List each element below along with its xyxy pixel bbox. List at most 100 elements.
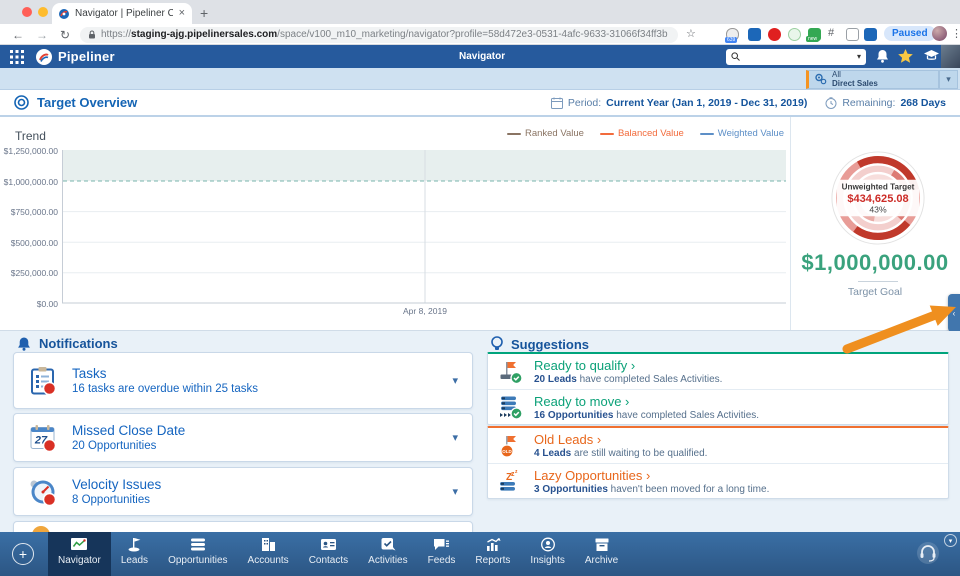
- window-minimize-button[interactable]: [38, 7, 48, 17]
- gears-icon: [814, 73, 827, 85]
- lazy-opportunities-icon: Z z z: [498, 468, 524, 494]
- window-close-button[interactable]: [22, 7, 32, 17]
- paused-sync-button[interactable]: Paused: [884, 26, 936, 41]
- nav-accounts[interactable]: Accounts: [238, 532, 299, 576]
- period-value[interactable]: Current Year (Jan 1, 2019 - Dec 31, 2019…: [606, 97, 807, 109]
- training-cap-icon[interactable]: [924, 50, 939, 62]
- legend-balanced[interactable]: Balanced Value: [600, 128, 684, 139]
- suggestion-text: Ready to qualify › 20 Leads have complet…: [534, 358, 722, 385]
- reload-icon[interactable]: ↻: [60, 28, 70, 42]
- extension-green-dot-icon[interactable]: [788, 28, 801, 41]
- search-input[interactable]: [744, 51, 853, 62]
- suggestion-lazy-opportunities[interactable]: Z z z Lazy Opportunities › 3 Opportuniti…: [488, 463, 948, 498]
- apps-grid-icon[interactable]: [10, 50, 24, 64]
- expand-chevron-icon[interactable]: ▾: [452, 431, 458, 444]
- y-tick: $250,000.00: [0, 268, 58, 278]
- browser-tab[interactable]: Navigator | Pipeliner CRM ×: [52, 3, 192, 24]
- svg-text:OLD: OLD: [502, 449, 512, 454]
- x-tick: Apr 8, 2019: [400, 306, 450, 316]
- suggestions-header: Suggestions: [491, 336, 589, 352]
- add-button[interactable]: +: [12, 543, 34, 565]
- suggestion-text: Old Leads › 4 Leads are still waiting to…: [534, 432, 707, 459]
- opportunities-icon: [190, 537, 206, 552]
- nav-feeds[interactable]: Feeds: [418, 532, 466, 576]
- nav-opportunities[interactable]: Opportunities: [158, 532, 237, 576]
- forward-icon[interactable]: →: [36, 28, 48, 42]
- ready-to-qualify-icon: [498, 359, 524, 385]
- remaining-clock-icon: [825, 97, 837, 109]
- expand-chevron-icon[interactable]: ▾: [452, 485, 458, 498]
- goal-divider: [858, 281, 898, 282]
- collapse-panel-handle[interactable]: ‹: [948, 294, 960, 332]
- suggestion-ready-to-move[interactable]: Ready to move › 16 Opportunities have co…: [488, 389, 948, 424]
- remaining-value: 268 Days: [900, 97, 946, 109]
- tab-favicon: [59, 9, 69, 19]
- section-title: Target Overview: [37, 95, 137, 110]
- extension-robot-icon[interactable]: new: [808, 28, 821, 41]
- suggestion-subtitle: 20 Leads have completed Sales Activities…: [534, 374, 722, 385]
- notification-card-missed-close[interactable]: 27 Missed Close Date 20 Opportunities ▾: [13, 413, 473, 462]
- nav-insights[interactable]: Insights: [520, 532, 574, 576]
- legend-ranked[interactable]: Ranked Value: [507, 128, 584, 139]
- global-search[interactable]: ▾: [726, 49, 866, 65]
- target-icon: [14, 95, 29, 110]
- tab-close-icon[interactable]: ×: [179, 8, 185, 19]
- reports-icon: [485, 537, 501, 552]
- expand-chevron-icon[interactable]: ▾: [452, 374, 458, 387]
- suggestion-title: Ready to qualify ›: [534, 358, 722, 373]
- suggestions-bulb-icon: [491, 336, 503, 352]
- notifications-bell-icon[interactable]: [876, 49, 889, 63]
- extension-grid-icon[interactable]: #: [828, 27, 834, 39]
- archive-icon: [594, 537, 610, 552]
- browser-profile-avatar[interactable]: [932, 26, 947, 41]
- filter-line2: Direct Sales: [832, 79, 878, 88]
- remaining-label: Remaining:: [842, 97, 895, 109]
- legend-weighted[interactable]: Weighted Value: [700, 128, 784, 139]
- card-text: Missed Close Date 20 Opportunities: [72, 423, 185, 452]
- nav-reports[interactable]: Reports: [465, 532, 520, 576]
- trend-chart-plot: [62, 148, 786, 306]
- notification-card-velocity[interactable]: Velocity Issues 8 Opportunities ▾: [13, 467, 473, 516]
- browser-menu-icon[interactable]: ⋮: [951, 27, 960, 40]
- navbar-collapse-icon[interactable]: ▾: [944, 534, 957, 547]
- nav-activities[interactable]: Activities: [358, 532, 417, 576]
- profile-filter-dropdown[interactable]: All Direct Sales: [806, 70, 939, 89]
- leads-icon: [126, 537, 142, 552]
- extension-blue-icon[interactable]: [864, 28, 877, 41]
- nav-leads[interactable]: Leads: [111, 532, 158, 576]
- new-tab-button[interactable]: +: [200, 5, 208, 21]
- nav-contacts[interactable]: Contacts: [299, 532, 358, 576]
- extension-red-circle-icon[interactable]: [768, 28, 781, 41]
- card-subtitle: 16 tasks are overdue within 25 tasks: [72, 383, 258, 395]
- extension-lock-icon[interactable]: 639: [726, 28, 739, 41]
- gauge-value: $434,625.08: [847, 193, 908, 205]
- card-title: Missed Close Date: [72, 423, 185, 438]
- url-bar[interactable]: https://staging-ajg.pipelinersales.com/s…: [80, 27, 678, 43]
- extension-pen-icon[interactable]: [748, 28, 761, 41]
- support-headset-icon[interactable]: [916, 541, 940, 565]
- suggestion-old-leads[interactable]: OLD Old Leads › 4 Leads are still waitin…: [488, 428, 948, 463]
- url-text: https://staging-ajg.pipelinersales.com/s…: [101, 29, 668, 40]
- extension-square-icon[interactable]: [846, 28, 859, 41]
- back-icon[interactable]: ←: [12, 28, 24, 42]
- panel-divider: [790, 117, 791, 330]
- insights-icon: [540, 537, 556, 552]
- bottom-nav-items: Navigator Leads Opportunities Accounts C…: [48, 532, 628, 576]
- nav-navigator[interactable]: Navigator: [48, 532, 111, 576]
- y-tick: $0.00: [0, 299, 58, 309]
- velocity-gauge-icon: [28, 477, 58, 507]
- favorites-star-icon[interactable]: [898, 49, 913, 63]
- notification-card-tasks[interactable]: Tasks 16 tasks are overdue within 25 tas…: [13, 352, 473, 409]
- nav-archive[interactable]: Archive: [575, 532, 628, 576]
- activities-icon: [380, 537, 396, 552]
- card-text: Velocity Issues 8 Opportunities: [72, 477, 161, 506]
- suggestion-ready-to-qualify[interactable]: Ready to qualify › 20 Leads have complet…: [488, 354, 948, 389]
- chart-title: Trend: [15, 129, 46, 143]
- filter-chevron-icon[interactable]: ▾: [939, 70, 958, 89]
- user-avatar[interactable]: [941, 45, 960, 68]
- ready-to-move-icon: [498, 394, 524, 420]
- bookmark-star-icon[interactable]: ☆: [686, 27, 696, 40]
- search-dropdown-icon[interactable]: ▾: [857, 52, 861, 61]
- browser-tab-strip: Navigator | Pipeliner CRM × +: [0, 0, 960, 24]
- tasks-clipboard-icon: [28, 366, 58, 396]
